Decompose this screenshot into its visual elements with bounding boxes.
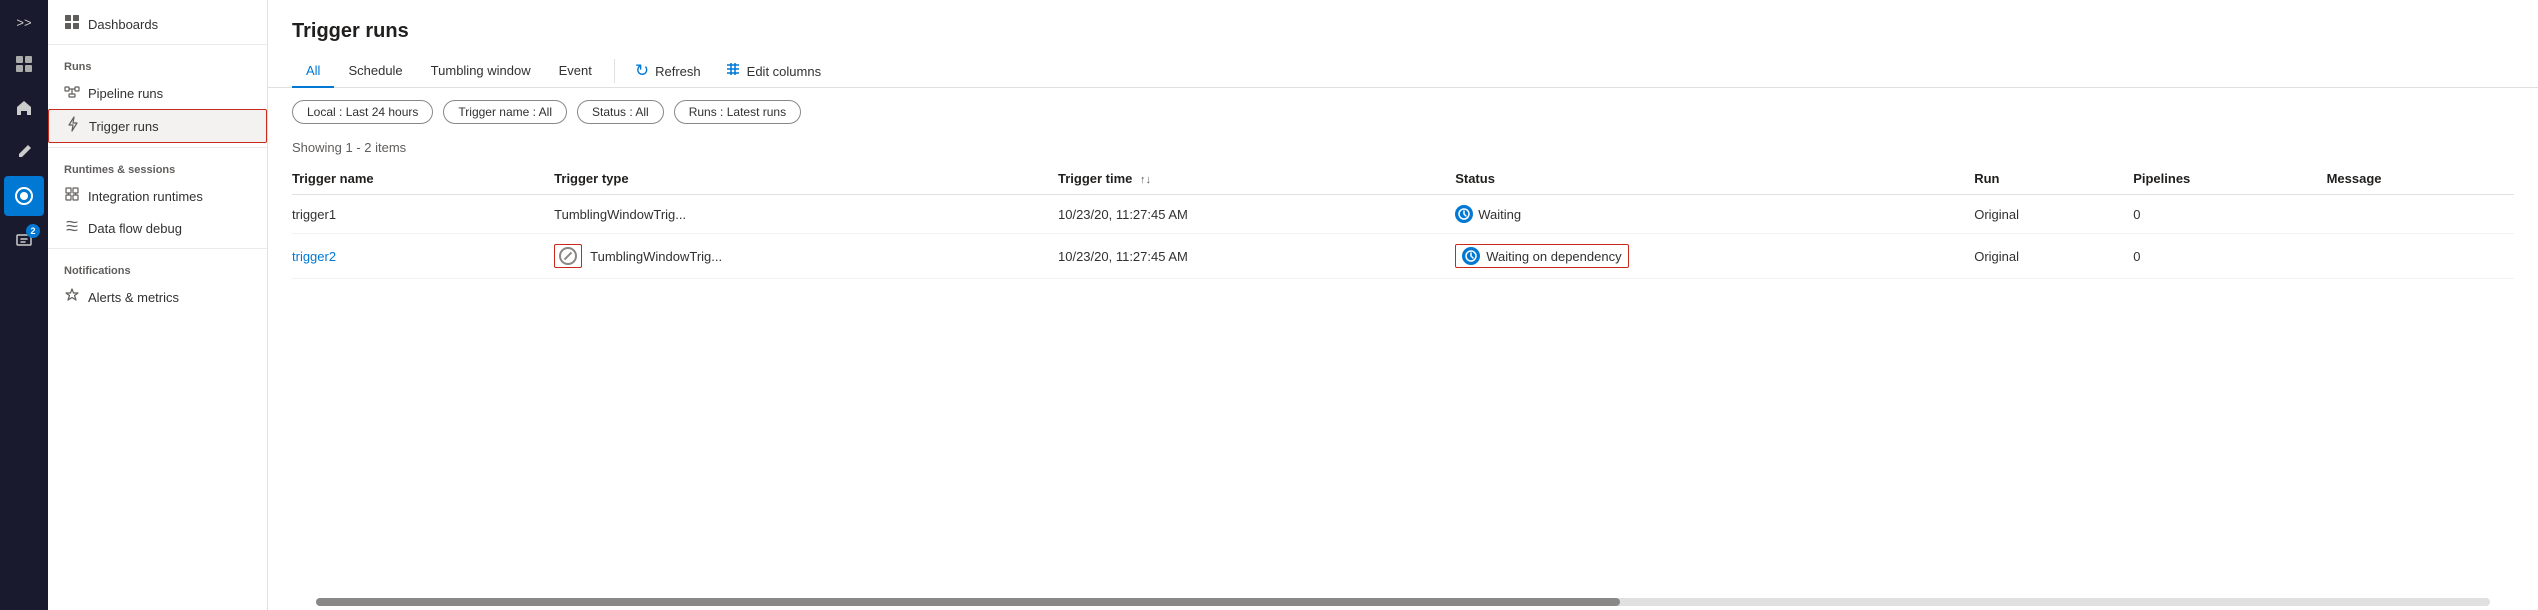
status-dependency-box: Waiting on dependency <box>1455 244 1628 268</box>
cell-trigger-type-1: TumblingWindowTrig... <box>554 195 1058 234</box>
cell-trigger-name-2: trigger2 <box>292 234 554 279</box>
sidebar-runtimes-section: Runtimes & sessions <box>48 152 267 180</box>
cell-status-2: Waiting on dependency <box>1455 234 1974 279</box>
refresh-icon: ↻ <box>635 61 649 81</box>
sidebar-item-dashboards[interactable]: Dashboards <box>48 8 267 40</box>
sidebar-item-alerts-metrics[interactable]: Alerts & metrics <box>48 281 267 313</box>
cell-pipelines-2: 0 <box>2133 234 2326 279</box>
nav-badge: 2 <box>26 224 40 238</box>
nav-deploy[interactable]: 2 <box>4 220 44 260</box>
sidebar-item-pipeline-runs[interactable]: Pipeline runs <box>48 77 267 109</box>
filters-bar: Local : Last 24 hours Trigger name : All… <box>268 88 2538 136</box>
cell-status-1: Waiting <box>1455 195 1974 234</box>
items-count: Showing 1 - 2 items <box>268 136 2538 163</box>
sidebar-divider-3 <box>48 248 267 249</box>
cell-run-1: Original <box>1974 195 2133 234</box>
sidebar-runs-section: Runs <box>48 49 267 77</box>
sort-icon: ↑↓ <box>1140 174 1151 186</box>
cell-trigger-time-1: 10/23/20, 11:27:45 AM <box>1058 195 1455 234</box>
sidebar-trigger-runs-label: Trigger runs <box>89 119 159 134</box>
cell-trigger-time-2: 10/23/20, 11:27:45 AM <box>1058 234 1455 279</box>
nav-home[interactable] <box>4 88 44 128</box>
toolbar: All Schedule Tumbling window Event ↻ Ref… <box>268 55 2538 88</box>
col-run[interactable]: Run <box>1974 163 2133 195</box>
filter-trigger-name[interactable]: Trigger name : All <box>443 100 567 124</box>
sidebar-divider-2 <box>48 147 267 148</box>
trigger-runs-table: Trigger name Trigger type Trigger time ↑… <box>292 163 2514 279</box>
col-trigger-time[interactable]: Trigger time ↑↓ <box>1058 163 1455 195</box>
dashboards-icon <box>64 14 80 34</box>
table-row: trigger2 TumblingWindowTrig... 10/23/20,… <box>292 234 2514 279</box>
alerts-metrics-icon <box>64 287 80 307</box>
edit-columns-icon <box>725 61 741 81</box>
refresh-label: Refresh <box>655 64 701 79</box>
cell-trigger-name-1: trigger1 <box>292 195 554 234</box>
waiting-icon-1 <box>1455 205 1473 223</box>
sidebar-integration-runtimes-label: Integration runtimes <box>88 189 203 204</box>
trigger2-link[interactable]: trigger2 <box>292 249 336 264</box>
filter-status[interactable]: Status : All <box>577 100 664 124</box>
expand-nav-button[interactable]: >> <box>4 8 44 36</box>
sidebar-notifications-section: Notifications <box>48 253 267 281</box>
col-status[interactable]: Status <box>1455 163 1974 195</box>
cell-cancel-icon-2: TumblingWindowTrig... <box>554 234 1058 279</box>
sidebar-data-flow-debug-label: Data flow debug <box>88 221 182 236</box>
trigger-runs-icon <box>65 116 81 136</box>
icon-nav: >> 2 <box>0 0 48 610</box>
page-title: Trigger runs <box>268 0 2538 55</box>
table-header-row: Trigger name Trigger type Trigger time ↑… <box>292 163 2514 195</box>
waiting-icon-2 <box>1462 247 1480 265</box>
data-flow-debug-icon <box>64 218 80 238</box>
cell-message-1 <box>2327 195 2514 234</box>
edit-columns-button[interactable]: Edit columns <box>713 55 833 87</box>
table-container: Trigger name Trigger type Trigger time ↑… <box>268 163 2538 586</box>
col-trigger-name[interactable]: Trigger name <box>292 163 554 195</box>
cancel-icon-bordered <box>554 244 582 268</box>
sidebar-item-trigger-runs[interactable]: Trigger runs <box>48 109 267 143</box>
table-row: trigger1 TumblingWindowTrig... 10/23/20,… <box>292 195 2514 234</box>
tab-event[interactable]: Event <box>545 55 606 88</box>
main-content: Trigger runs All Schedule Tumbling windo… <box>268 0 2538 610</box>
col-message[interactable]: Message <box>2327 163 2514 195</box>
status-waiting-1: Waiting <box>1455 205 1521 223</box>
col-pipelines[interactable]: Pipelines <box>2133 163 2326 195</box>
sidebar-divider-1 <box>48 44 267 45</box>
toolbar-divider <box>614 59 615 83</box>
pipeline-runs-icon <box>64 83 80 103</box>
integration-runtimes-icon <box>64 186 80 206</box>
sidebar-item-data-flow-debug[interactable]: Data flow debug <box>48 212 267 244</box>
cell-pipelines-1: 0 <box>2133 195 2326 234</box>
table-scrollbar-thumb <box>316 598 1620 606</box>
sidebar-pipeline-runs-label: Pipeline runs <box>88 86 163 101</box>
filter-time[interactable]: Local : Last 24 hours <box>292 100 433 124</box>
sidebar-item-integration-runtimes[interactable]: Integration runtimes <box>48 180 267 212</box>
edit-columns-label: Edit columns <box>747 64 821 79</box>
nav-dashboards[interactable] <box>4 44 44 84</box>
refresh-button[interactable]: ↻ Refresh <box>623 55 713 87</box>
sidebar: Dashboards Runs Pipeline runs Trigger ru… <box>48 0 268 610</box>
table-scrollbar[interactable] <box>316 598 2490 606</box>
tab-tumbling-window[interactable]: Tumbling window <box>417 55 545 88</box>
nav-edit[interactable] <box>4 132 44 172</box>
nav-monitor[interactable] <box>4 176 44 216</box>
sidebar-alerts-metrics-label: Alerts & metrics <box>88 290 179 305</box>
tab-schedule[interactable]: Schedule <box>334 55 416 88</box>
tab-all[interactable]: All <box>292 55 334 88</box>
cancel-icon <box>559 247 577 265</box>
sidebar-dashboards-label: Dashboards <box>88 17 158 32</box>
col-trigger-type[interactable]: Trigger type <box>554 163 1058 195</box>
filter-runs[interactable]: Runs : Latest runs <box>674 100 801 124</box>
cell-run-2: Original <box>1974 234 2133 279</box>
cell-message-2 <box>2327 234 2514 279</box>
